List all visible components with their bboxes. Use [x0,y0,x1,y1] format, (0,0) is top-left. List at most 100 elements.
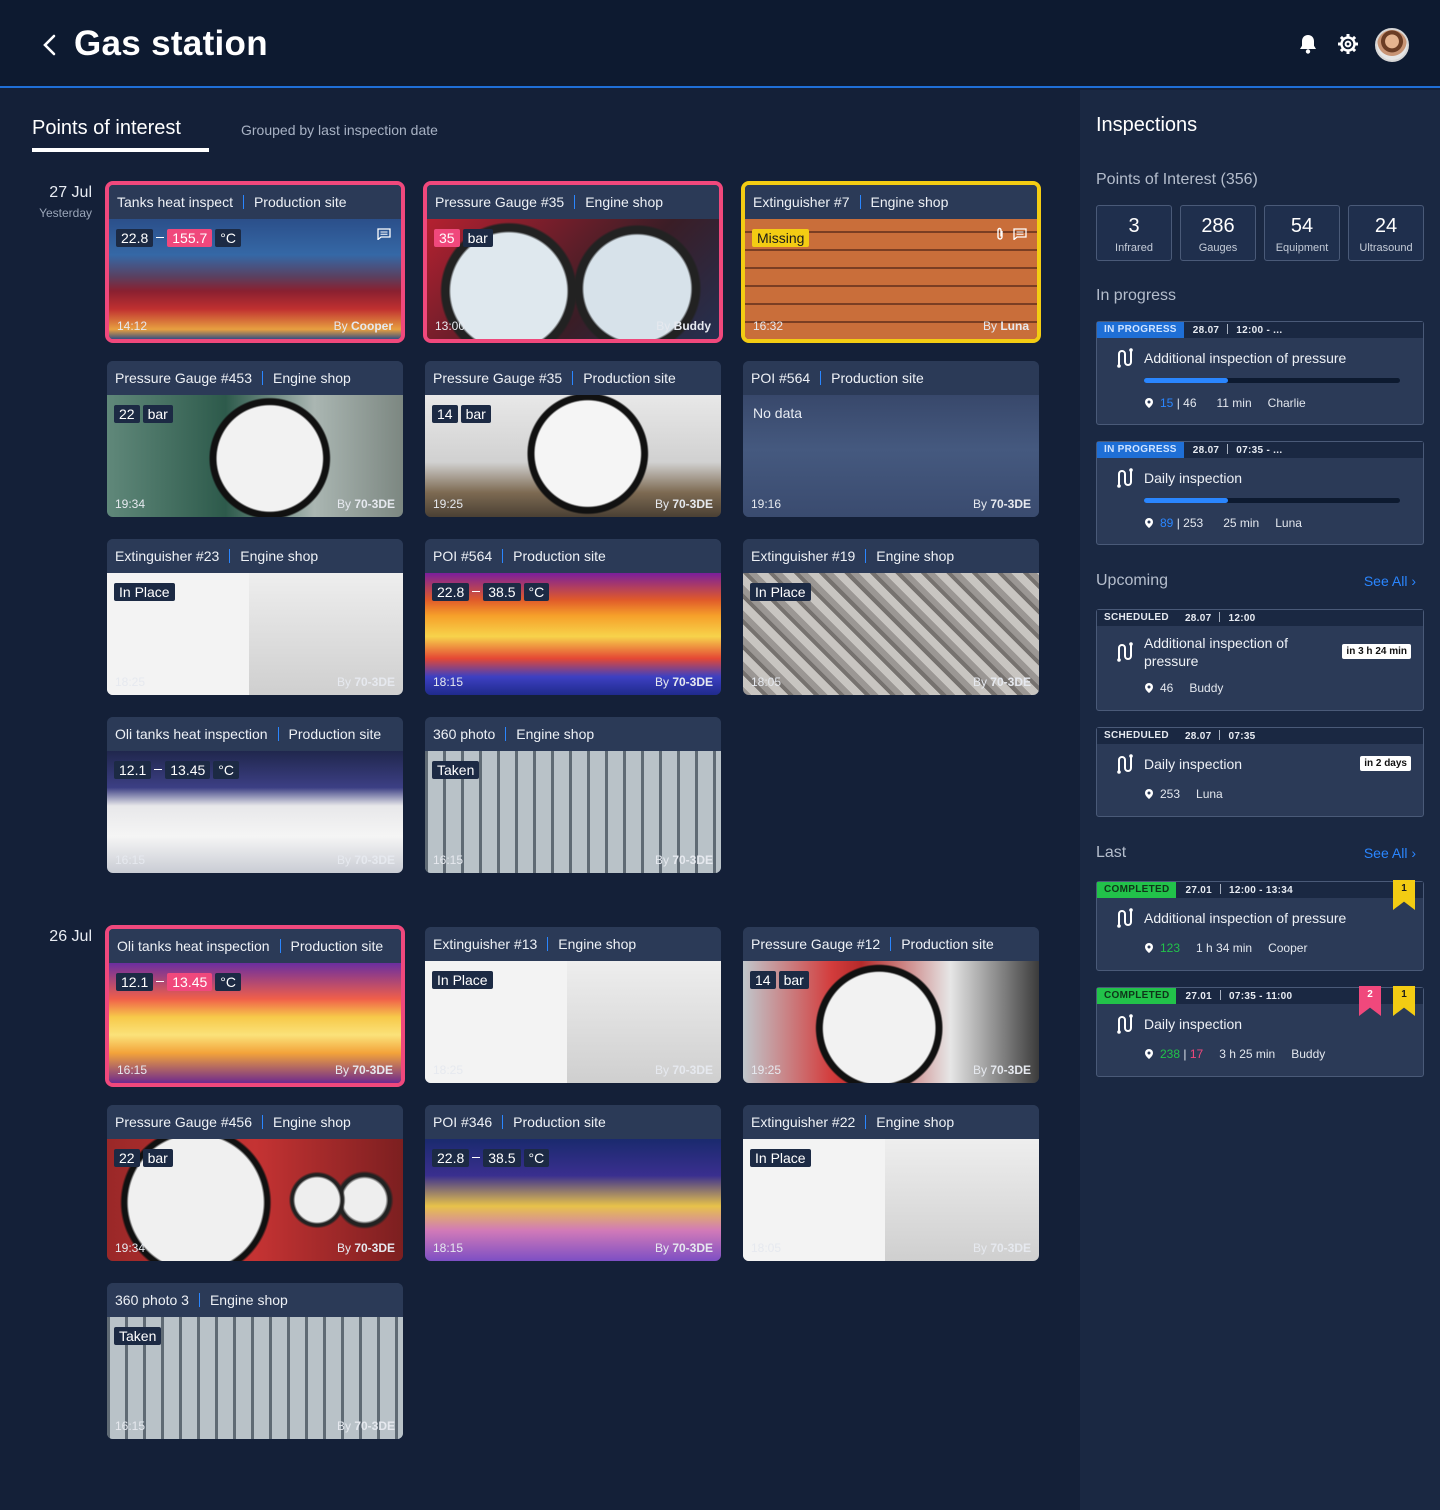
poi-image: No data 19:16 By 70-3DE [743,395,1039,517]
poi-card[interactable]: Extinguisher #23 Engine shop In Place 18:25… [107,539,403,695]
stat-value: 24 [1374,215,1398,237]
inspection-name: Daily inspection [1144,1016,1243,1032]
poi-inspector: By 70-3DE [972,675,1031,689]
reading-value: 22.8 [116,228,154,247]
back-arrow-icon[interactable] [38,30,64,60]
status-chip: Taken [432,760,480,779]
bell-icon[interactable] [1297,33,1319,55]
poi-card-header: Extinguisher #23 Engine shop [107,539,403,573]
points-total: 46 [1160,681,1174,695]
poi-inspector: By Luna [982,319,1029,333]
inspection-completed-2[interactable]: COMPLETED 27.01 07:35 - 11:00 2 1 Daily in… [1096,986,1424,1077]
tab-points-of-interest[interactable]: Points of interest [32,117,181,140]
poi-card[interactable]: 360 photo 3 Engine shop Taken 16:15 By 70-3D… [107,1283,403,1439]
status-badge: SCHEDULED [1097,728,1176,744]
poi-title: Oli tanks heat inspection [117,938,270,954]
poi-title: Pressure Gauge #453 [115,370,252,386]
page-title: Gas station [74,24,268,63]
inspection-in-progress-2[interactable]: IN PROGRESS 28.07 07:35 - ... Daily inspec… [1096,441,1424,545]
see-all-upcoming-link[interactable]: See All › [1364,573,1416,589]
see-all-last-link[interactable]: See All › [1364,845,1416,861]
poi-card[interactable]: Tanks heat inspect Production site 22.8 155… [105,181,405,343]
reading-unit: bar [462,228,493,247]
avatar[interactable] [1375,28,1409,62]
poi-card[interactable]: POI #564 Production site No data 19:16 By 70… [743,361,1039,517]
poi-image: 12.1 13.45 °C 16:15 By 70-3DE [109,963,401,1083]
points-missed: 17 [1189,1047,1204,1061]
poi-card[interactable]: Extinguisher #13 Engine shop In Place 18:25… [425,927,721,1083]
stat-value: 3 [1128,215,1140,237]
inspection-name: Daily inspection [1144,470,1243,486]
poi-inspector: By 70-3DE [654,675,713,689]
inspection-time: 07:35 [1228,731,1256,742]
poi-card[interactable]: POI #346 Production site 22.8 38.5 °C 18:15 By… [425,1105,721,1261]
flag-count-badge: 2 [1359,986,1381,1016]
status-chip: In Place [750,1148,811,1167]
poi-card[interactable]: POI #564 Production site 22.8 38.5 °C 18:15 By… [425,539,721,695]
reading-unit: °C [523,1148,550,1167]
poi-image: 22 bar 19:34 By 70-3DE [107,395,403,517]
group-date: 27 Jul Yesterday [30,184,92,220]
poi-location: Engine shop [558,936,637,952]
inspection-duration: 1 h 34 min [1196,941,1253,955]
poi-title: Pressure Gauge #456 [115,1114,252,1130]
stat-gauges[interactable]: 286 Gauges [1180,205,1256,261]
poi-location: Production site [513,1114,606,1130]
poi-image: 35 bar 13:00 By Buddy [427,219,719,339]
reading-value: 14 [750,970,776,989]
poi-card[interactable]: Oli tanks heat inspection Production site… [107,717,403,873]
stat-value: 286 [1201,215,1235,237]
poi-image: 14 bar 19:25 By 70-3DE [425,395,721,517]
status-chip: In Place [750,582,811,601]
inspector-name: Buddy [1189,681,1224,695]
poi-card[interactable]: Pressure Gauge #35 Production site 14 bar 19… [425,361,721,517]
inspection-upcoming-2[interactable]: SCHEDULED 28.07 07:35 Daily inspection in … [1096,727,1424,817]
comment-icon[interactable] [1013,227,1027,246]
poi-inspector: By 70-3DE [972,497,1031,511]
poi-card[interactable]: Extinguisher #19 Engine shop In Place 18:05… [743,539,1039,695]
reading-value-max: 13.45 [165,760,211,779]
poi-card[interactable]: Extinguisher #7 Engine shop Missing 16:32 By… [741,181,1041,343]
stat-infrared[interactable]: 3 Infrared [1096,205,1172,261]
inspection-in-progress-1[interactable]: IN PROGRESS 28.07 12:00 - ... Additional i… [1096,321,1424,425]
gear-icon[interactable] [1337,33,1359,55]
poi-card[interactable]: Pressure Gauge #453 Engine shop 22 bar 19:34… [107,361,403,517]
inspection-duration: 11 min [1216,396,1252,410]
poi-time: 19:16 [751,497,782,511]
stat-equipment[interactable]: 54 Equipment [1264,205,1340,261]
poi-image: 14 bar 19:25 By 70-3DE [743,961,1039,1083]
see-all-label: See All [1363,845,1408,861]
poi-card[interactable]: Pressure Gauge #12 Production site 14 bar 19… [743,927,1039,1083]
flag-count-badge: 1 [1393,986,1415,1016]
points-done: 238 [1160,1047,1181,1061]
poi-card[interactable]: Extinguisher #22 Engine shop In Place 18:05… [743,1105,1039,1261]
inspection-date: 28.07 [1192,445,1220,456]
attachment-icon[interactable] [995,227,1005,246]
poi-inspector: By 70-3DE [336,1419,395,1433]
progress-bar [1144,378,1400,383]
inspection-time: 12:00 [1228,613,1256,624]
group-date: 26 Jul [30,928,92,946]
poi-card[interactable]: Pressure Gauge #456 Engine shop 22 bar 19:34… [107,1105,403,1261]
reading-value: 22 [114,404,140,423]
reading-value: 12.1 [114,760,152,779]
poi-card[interactable]: 360 photo Engine shop Taken 16:15 By 70-3DE [425,717,721,873]
poi-location: Engine shop [272,370,351,386]
inspection-upcoming-1[interactable]: SCHEDULED 28.07 12:00 Additional inspectio… [1096,609,1424,711]
poi-card[interactable]: Oli tanks heat inspection Production site… [105,925,405,1087]
poi-card[interactable]: Pressure Gauge #35 Engine shop 35 bar 13:00 B… [423,181,723,343]
reading-value-max: 38.5 [483,1148,521,1167]
inspections-title: Inspections [1096,114,1198,136]
inspection-time: 07:35 - 11:00 [1229,991,1293,1002]
poi-time: 16:15 [115,853,146,867]
inspection-completed-1[interactable]: COMPLETED 27.01 12:00 - 13:34 1 Additional… [1096,880,1424,971]
inspection-date: 27.01 [1185,885,1213,896]
status-chip: Missing [752,228,810,247]
status-badge: SCHEDULED [1097,610,1176,626]
stat-ultrasound[interactable]: 24 Ultrasound [1348,205,1424,261]
poi-location: Production site [583,370,676,386]
poi-inspector: By 70-3DE [654,853,713,867]
points-done: 89 [1160,516,1174,530]
comment-icon[interactable] [377,227,391,245]
poi-inspector: By 70-3DE [336,675,395,689]
